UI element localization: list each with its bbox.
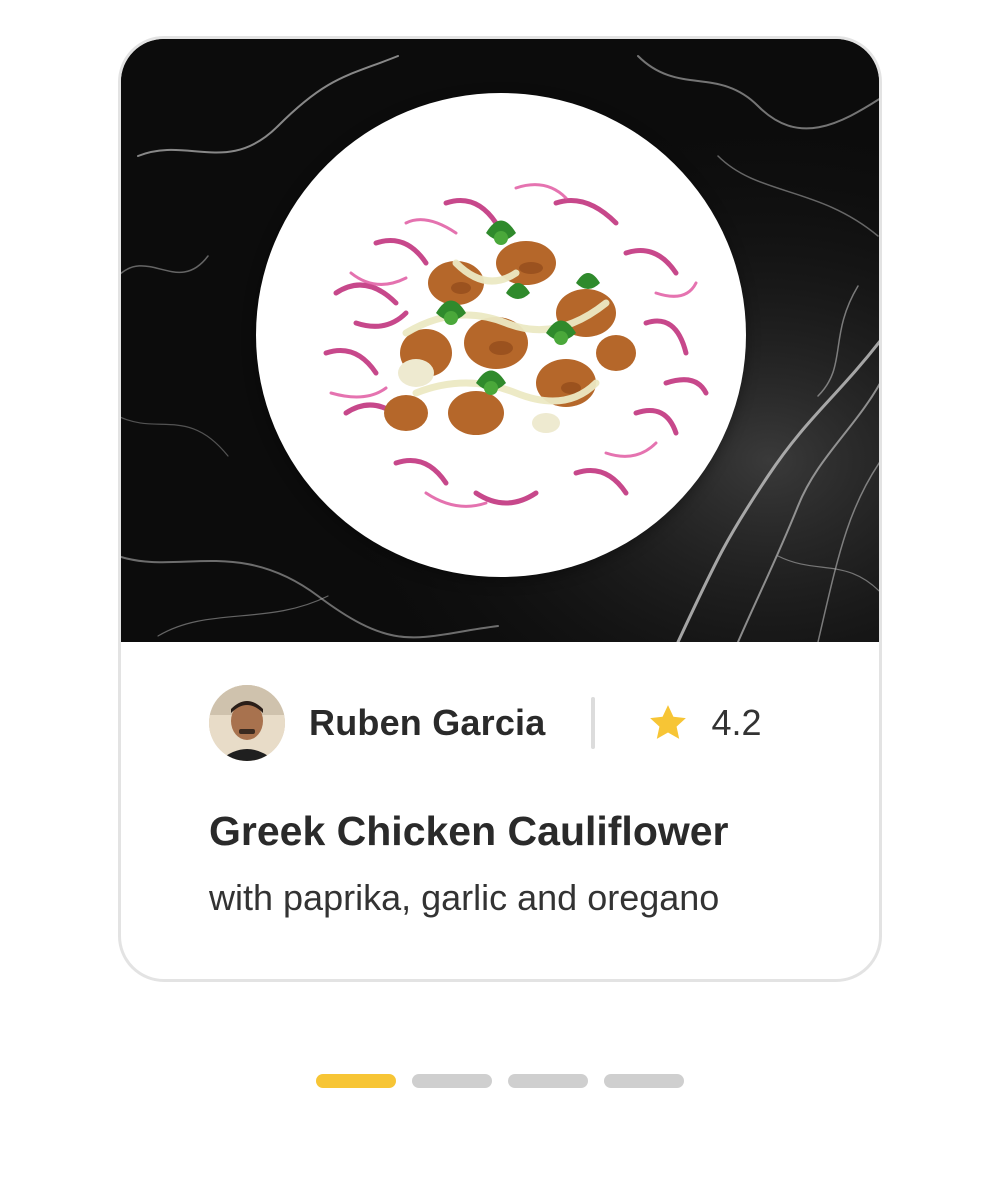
carousel-pagination — [316, 1074, 684, 1088]
author-name[interactable]: Ruben Garcia — [309, 702, 545, 744]
chef-portrait — [209, 685, 285, 761]
recipe-carousel: Ruben Garcia 4.2 Greek Chicken Cauliflow… — [0, 0, 1000, 1182]
salad-illustration — [323, 183, 709, 508]
recipe-info: Ruben Garcia 4.2 Greek Chicken Cauliflow… — [121, 642, 879, 979]
meta-divider — [591, 697, 596, 749]
star-icon — [650, 705, 687, 739]
recipe-subtitle: with paprika, garlic and oregano — [209, 877, 720, 918]
recipe-photo — [121, 39, 879, 642]
page-dot-3[interactable] — [508, 1074, 588, 1088]
page-dot-1[interactable] — [316, 1074, 396, 1088]
avatar[interactable] — [209, 685, 285, 761]
recipe-card[interactable]: Ruben Garcia 4.2 Greek Chicken Cauliflow… — [118, 36, 882, 982]
recipe-title[interactable]: Greek Chicken Cauliflower — [209, 808, 729, 855]
rating-value: 4.2 — [711, 702, 762, 743]
page-dot-4[interactable] — [604, 1074, 684, 1088]
page-dot-2[interactable] — [412, 1074, 492, 1088]
recipe-meta: Ruben Garcia 4.2 — [209, 685, 762, 761]
plate — [256, 93, 746, 577]
